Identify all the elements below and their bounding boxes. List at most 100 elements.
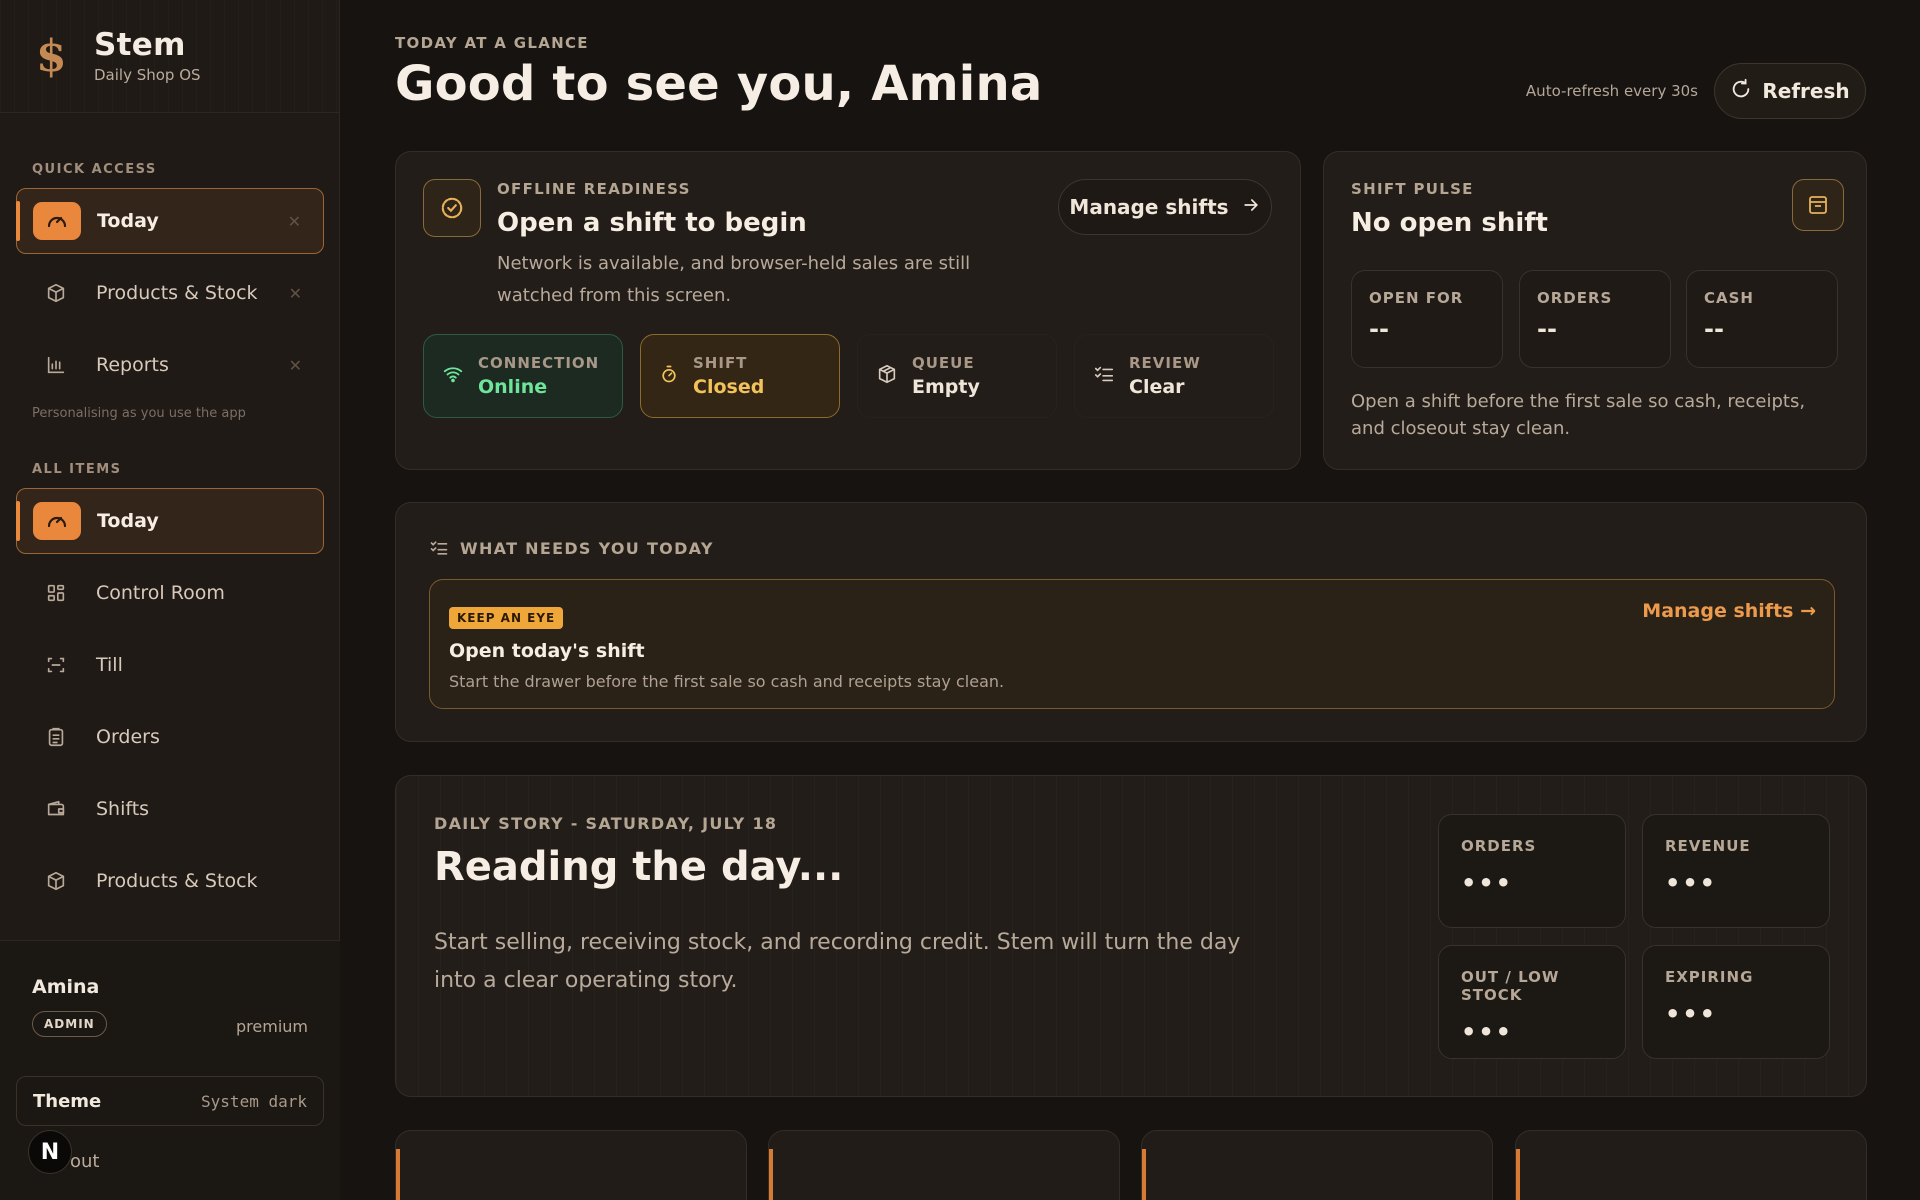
quick-access-label: QUICK ACCESS <box>32 162 157 177</box>
metric-label: ORDERS <box>1537 289 1613 307</box>
sidebar-item-label: Till <box>96 654 123 676</box>
metric-value: -- <box>1369 315 1389 343</box>
sidebar-item-orders[interactable]: Orders <box>16 704 324 770</box>
auto-refresh-label: Auto-refresh every 30s <box>1525 82 1698 100</box>
scan-icon <box>32 646 80 684</box>
close-icon[interactable]: ✕ <box>288 212 301 231</box>
theme-label: Theme <box>33 1090 102 1112</box>
metric-value: -- <box>1704 315 1724 343</box>
check-badge-icon <box>423 179 481 237</box>
close-icon[interactable]: ✕ <box>289 356 302 375</box>
review-status: REVIEW Clear <box>1074 334 1274 418</box>
quick-item-reports[interactable]: Reports ✕ <box>16 332 324 398</box>
sidebar-item-till[interactable]: Till <box>16 632 324 698</box>
summary-card <box>395 1130 747 1200</box>
sidebar-item-today[interactable]: Today <box>16 488 324 554</box>
refresh-icon <box>1730 78 1752 105</box>
metric-value: ••• <box>1665 1000 1718 1028</box>
wallet-icon <box>32 790 80 828</box>
clipboard-icon <box>32 718 80 756</box>
refresh-button[interactable]: Refresh <box>1714 63 1866 119</box>
pulse-eyebrow: SHIFT PULSE <box>1351 180 1474 198</box>
queue-status: QUEUE Empty <box>857 334 1057 418</box>
story-metric-orders: ORDERS ••• <box>1438 814 1626 928</box>
manage-shifts-label: Manage shifts <box>1069 195 1229 219</box>
connection-status: CONNECTION Online <box>423 334 623 418</box>
all-items-label: ALL ITEMS <box>32 462 122 477</box>
pulse-metric-open-for: OPEN FOR -- <box>1351 270 1503 368</box>
quick-item-products-stock[interactable]: Products & Stock ✕ <box>16 260 324 326</box>
metric-label: CASH <box>1704 289 1754 307</box>
brand-name: Stem <box>94 26 186 63</box>
n-badge-icon[interactable]: N <box>28 1130 72 1174</box>
offline-readiness-card: OFFLINE READINESS Open a shift to begin … <box>395 151 1301 470</box>
readiness-title: Open a shift to begin <box>497 208 807 238</box>
pulse-metric-orders: ORDERS -- <box>1519 270 1671 368</box>
timer-icon <box>659 364 679 388</box>
sidebar-item-label: Today <box>97 510 159 532</box>
dollar-logo-icon: $ <box>36 30 67 82</box>
status-label: SHIFT <box>693 354 748 372</box>
manage-shifts-link[interactable]: Manage shifts → <box>1642 600 1816 622</box>
metric-value: -- <box>1537 315 1557 343</box>
refresh-label: Refresh <box>1762 79 1850 103</box>
quick-item-today[interactable]: Today ✕ <box>16 188 324 254</box>
plan-label: premium <box>236 1017 308 1036</box>
status-value: Clear <box>1129 376 1185 398</box>
summary-card <box>1515 1130 1867 1200</box>
metric-label: REVENUE <box>1665 837 1751 855</box>
daily-story-card: DAILY STORY - SATURDAY, JULY 18 Reading … <box>395 775 1867 1097</box>
sidebar: $ Stem Daily Shop OS QUICK ACCESS Today … <box>0 0 340 1200</box>
box-icon <box>32 274 80 312</box>
metric-value: ••• <box>1461 869 1514 897</box>
box-icon <box>32 862 80 900</box>
brand-subtitle: Daily Shop OS <box>94 66 201 85</box>
metric-label: OPEN FOR <box>1369 289 1464 307</box>
metric-value: ••• <box>1665 869 1718 897</box>
shift-status: SHIFT Closed <box>640 334 840 418</box>
sidebar-item-label: Products & Stock <box>96 870 258 892</box>
sidebar-item-label: Shifts <box>96 798 150 820</box>
page-eyebrow: TODAY AT A GLANCE <box>395 34 589 52</box>
needs-card: WHAT NEEDS YOU TODAY KEEP AN EYE Open to… <box>395 502 1867 742</box>
pulse-body: Open a shift before the first sale so ca… <box>1351 391 1806 439</box>
checklist-icon <box>429 538 449 562</box>
wifi-icon <box>442 363 464 389</box>
story-title: Reading the day... <box>434 844 844 890</box>
metric-label: EXPIRING <box>1665 968 1754 986</box>
status-value: Empty <box>912 376 980 398</box>
status-label: CONNECTION <box>478 354 600 372</box>
checklist-icon <box>1093 363 1115 389</box>
readiness-eyebrow: OFFLINE READINESS <box>497 180 691 198</box>
priority-tag: KEEP AN EYE <box>449 607 564 629</box>
close-icon[interactable]: ✕ <box>289 284 302 303</box>
pulse-metric-cash: CASH -- <box>1686 270 1838 368</box>
sidebar-item-shifts[interactable]: Shifts <box>16 776 324 842</box>
gauge-icon <box>33 502 81 540</box>
story-body: Start selling, receiving stock, and reco… <box>434 930 1241 993</box>
inbox-icon[interactable] <box>1792 179 1844 231</box>
status-label: QUEUE <box>912 354 975 372</box>
task-open-shift: KEEP AN EYE Open today's shift Start the… <box>429 579 1835 709</box>
metric-label: OUT / LOW STOCK <box>1461 968 1560 1004</box>
status-value: Closed <box>693 376 765 398</box>
status-label: REVIEW <box>1129 354 1201 372</box>
sidebar-item-products-stock[interactable]: Products & Stock <box>16 848 324 914</box>
theme-value: System dark <box>201 1091 307 1111</box>
arrow-right-icon <box>1241 195 1261 220</box>
theme-toggle[interactable]: Theme System dark <box>16 1076 324 1126</box>
quick-item-label: Today <box>97 210 159 232</box>
shift-pulse-card: SHIFT PULSE No open shift OPEN FOR -- OR… <box>1323 151 1867 470</box>
sidebar-item-control-room[interactable]: Control Room <box>16 560 324 626</box>
metric-label: ORDERS <box>1461 837 1537 855</box>
summary-card <box>768 1130 1120 1200</box>
personalising-hint: Personalising as you use the app <box>32 406 246 421</box>
manage-shifts-button[interactable]: Manage shifts <box>1058 179 1272 235</box>
user-name: Amina <box>32 976 100 998</box>
status-value: Online <box>478 376 548 398</box>
sidebar-item-label: Control Room <box>96 582 225 604</box>
readiness-body: Network is available, and browser-held s… <box>497 253 971 306</box>
role-badge: ADMIN <box>32 1011 107 1037</box>
quick-item-label: Products & Stock <box>96 282 258 304</box>
logout-button[interactable]: out <box>70 1151 99 1172</box>
